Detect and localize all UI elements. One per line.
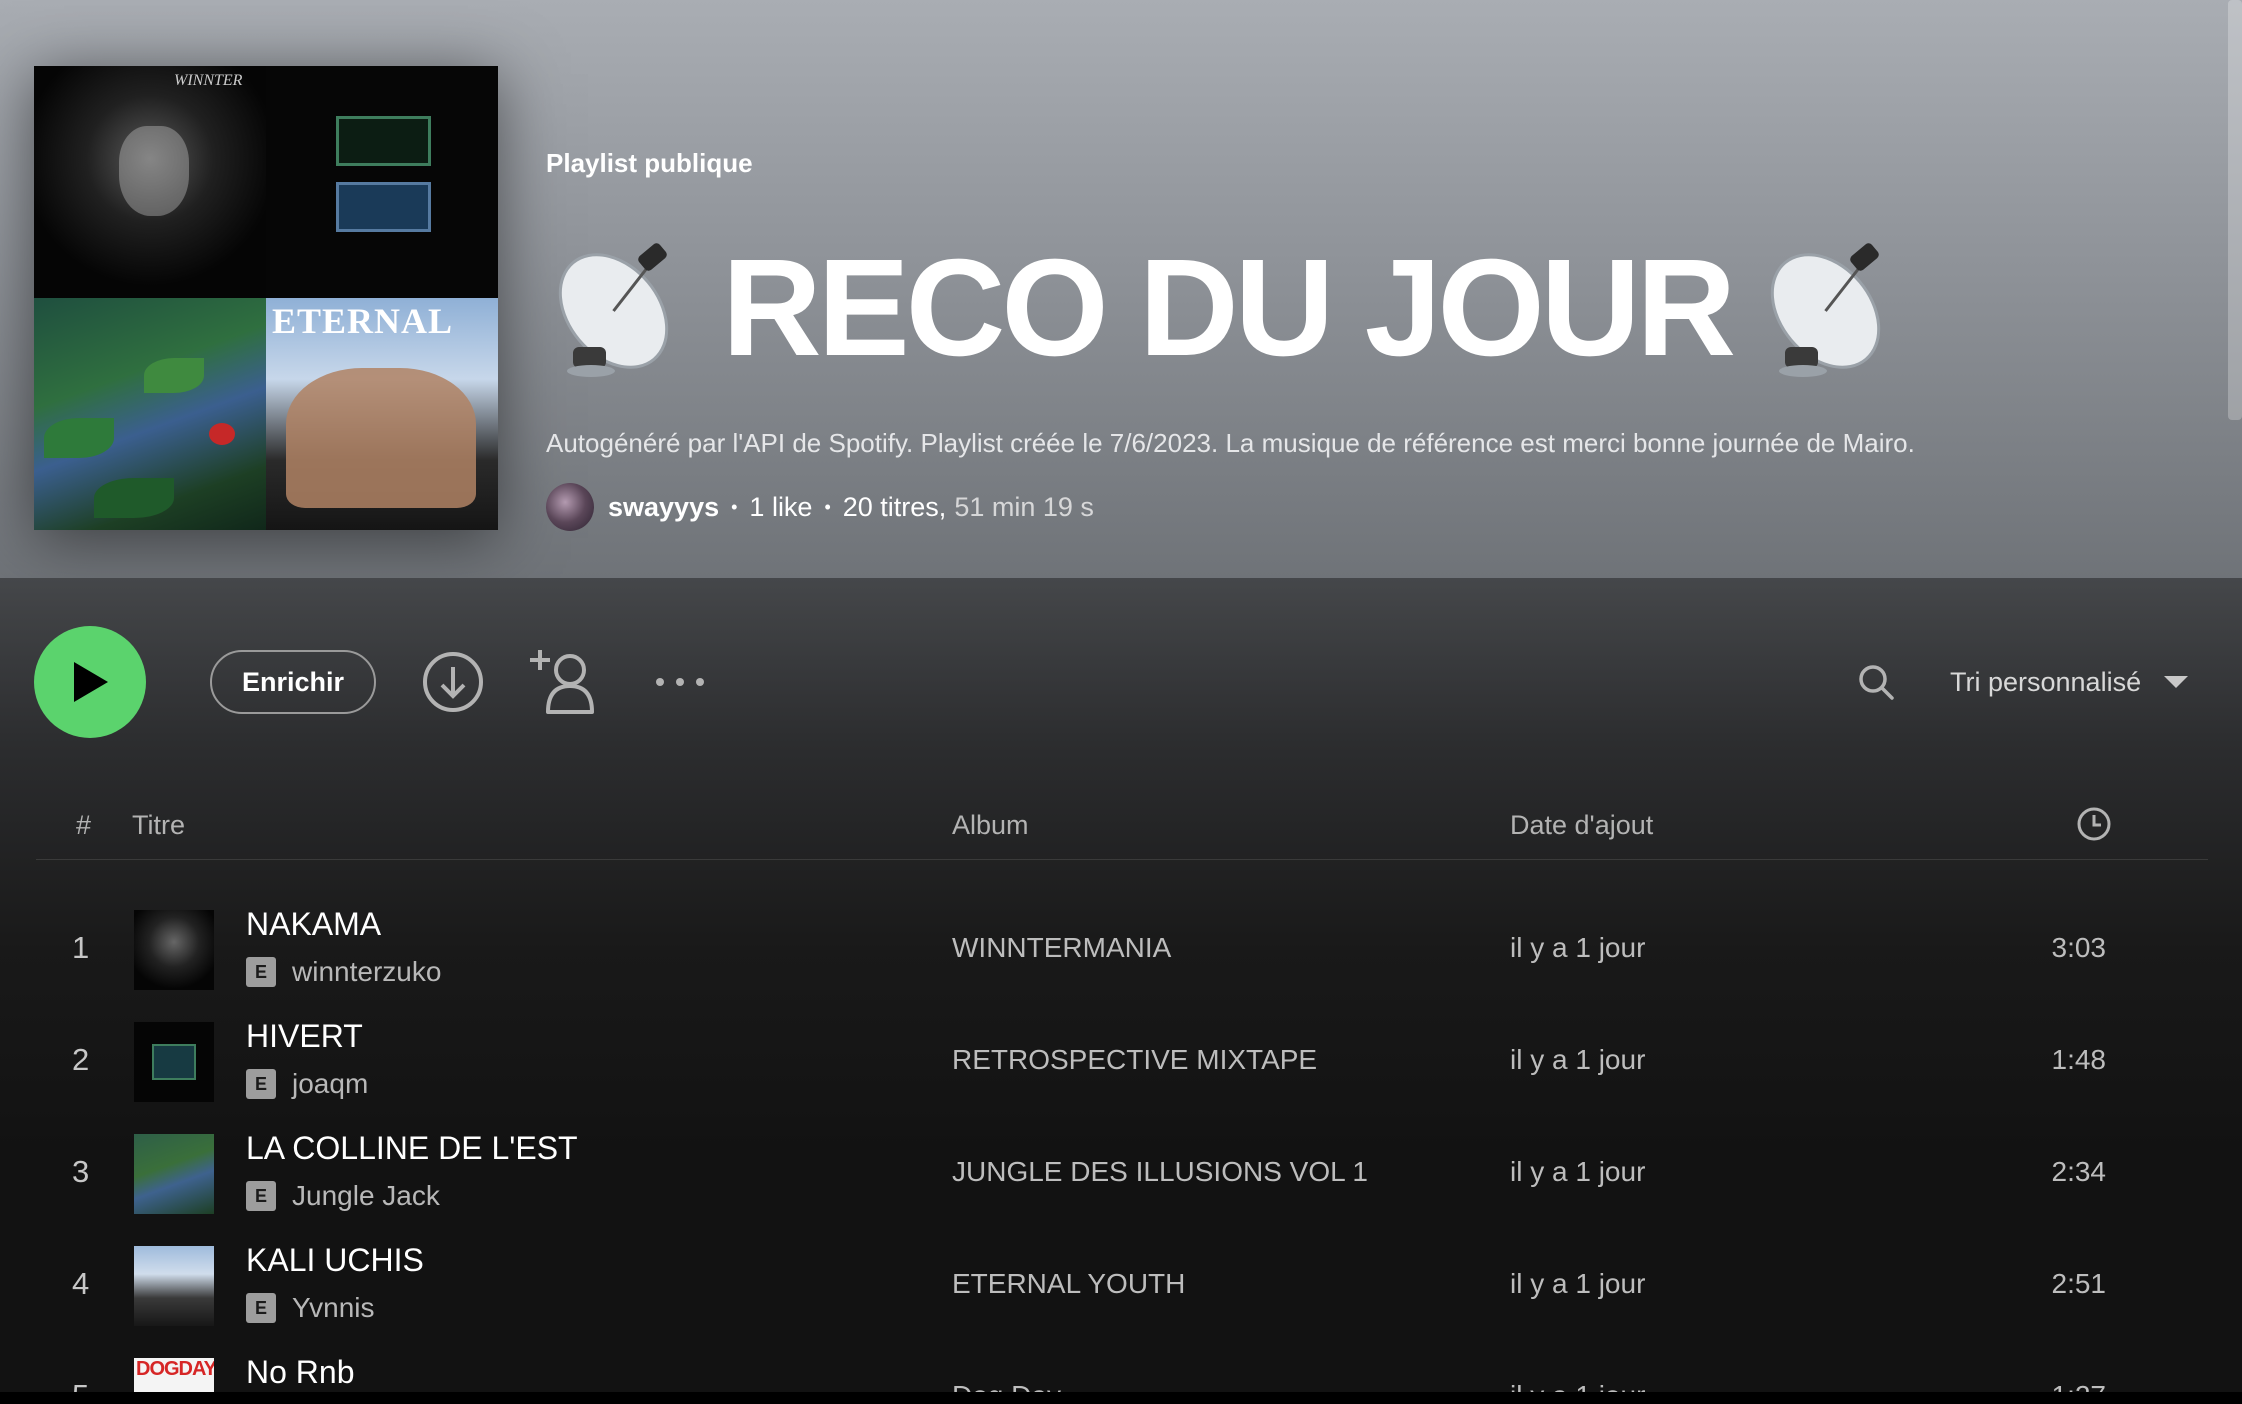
track-artist[interactable]: Jungle Jack [292, 1180, 440, 1212]
playlist-title: RECO DU JOUR [722, 231, 1736, 385]
track-number: 3 [72, 1154, 90, 1189]
cover-tile-text: WINNTER [174, 72, 243, 89]
track-cover-text: DOGDAY [136, 1358, 214, 1380]
play-button[interactable] [34, 626, 146, 738]
caret-down-icon [2164, 676, 2189, 688]
more-options-icon [656, 678, 704, 686]
cassette-shape [336, 116, 431, 166]
track-title[interactable]: HIVERT [246, 1018, 363, 1055]
playlist-type-label: Playlist publique [546, 148, 753, 178]
separator-dot: • [731, 496, 738, 517]
track-duration: 2:51 [2051, 1268, 2107, 1299]
scrollbar-thumb[interactable] [2228, 0, 2242, 420]
cover-figure [119, 126, 189, 216]
bottom-edge [0, 1392, 2242, 1404]
track-artist-row: E Jungle Jack [246, 1180, 440, 1212]
track-artist-row: E winnterzuko [246, 956, 441, 988]
owner-name-link[interactable]: swayyys [608, 492, 719, 523]
satellite-dish-icon [558, 243, 669, 377]
track-album[interactable]: ETERNAL YOUTH [952, 1268, 1185, 1300]
invite-collaborator-button[interactable] [530, 646, 602, 718]
cover-tile-text: ETERNAL [272, 301, 454, 341]
cover-tile-eternal-youth: ETERNAL [266, 298, 498, 530]
track-title[interactable]: LA COLLINE DE L'EST [246, 1130, 578, 1167]
track-number: 1 [72, 930, 90, 965]
download-icon [423, 652, 483, 712]
clock-icon [2077, 807, 2111, 841]
track-cover [134, 1134, 214, 1214]
search-in-playlist-button[interactable] [1854, 660, 1898, 704]
playlist-description: Autogénéré par l'API de Spotify. Playlis… [546, 428, 1915, 458]
track-table-header: # Titre Album Date d'ajout [36, 800, 2208, 860]
column-header-title[interactable]: Titre [132, 810, 185, 841]
sort-label: Tri personnalisé [1950, 666, 2142, 697]
track-album[interactable]: JUNGLE DES ILLUSIONS VOL 1 [952, 1156, 1368, 1188]
likes-count: 1 like [749, 491, 813, 522]
explicit-badge: E [246, 1293, 276, 1323]
track-album[interactable]: RETROSPECTIVE MIXTAPE [952, 1044, 1317, 1076]
download-button[interactable] [422, 651, 484, 713]
track-title[interactable]: NAKAMA [246, 906, 381, 943]
track-number: 4 [72, 1266, 90, 1301]
cover-tile-winntermania: WINNTER [34, 66, 266, 298]
playlist-header: WINNTER ETERNAL Playlist publique RECO D… [0, 0, 2242, 578]
track-cover [134, 1022, 214, 1102]
cassette-shape [152, 1044, 196, 1080]
track-date-added: il y a 1 jour [1510, 932, 1646, 963]
leaf-shape [44, 418, 114, 458]
playlist-title-row: RECO DU JOUR [546, 228, 1908, 388]
track-artist[interactable]: Yvnnis [292, 1292, 375, 1324]
track-duration: 1:48 [2051, 1044, 2107, 1075]
track-album[interactable]: WINNTERMANIA [952, 932, 1171, 964]
track-row[interactable]: 2 HIVERT E joaqm RETROSPECTIVE MIXTAPE i… [36, 1006, 2208, 1118]
playlist-meta: swayyys • 1 like • 20 titres, 51 min 19 … [546, 482, 1094, 532]
cover-tile-retrospective [266, 66, 498, 298]
explicit-badge: E [246, 957, 276, 987]
leaf-shape [144, 358, 204, 393]
track-row[interactable]: 4 KALI UCHIS E Yvnnis ETERNAL YOUTH il y… [36, 1230, 2208, 1342]
track-title[interactable]: KALI UCHIS [246, 1242, 424, 1279]
track-date-added: il y a 1 jour [1510, 1044, 1646, 1075]
more-options-button[interactable] [648, 660, 712, 704]
track-artist-row: E joaqm [246, 1068, 368, 1100]
track-title[interactable]: No Rnb [246, 1354, 355, 1391]
spotify-playlist-page: WINNTER ETERNAL Playlist publique RECO D… [0, 0, 2242, 1404]
track-cover [134, 1246, 214, 1326]
cover-figure [286, 368, 476, 508]
track-number: 2 [72, 1042, 90, 1077]
explicit-badge: E [246, 1069, 276, 1099]
track-duration: 2:34 [2051, 1156, 2107, 1187]
column-header-date-added[interactable]: Date d'ajout [1510, 810, 1653, 841]
track-duration: 3:03 [2051, 932, 2107, 963]
track-count: 20 titres, [842, 491, 947, 522]
sort-dropdown[interactable]: Tri personnalisé [1950, 660, 2189, 704]
column-header-number: # [76, 810, 92, 840]
column-header-album[interactable]: Album [952, 810, 1029, 841]
track-row[interactable]: 3 LA COLLINE DE L'EST E Jungle Jack JUNG… [36, 1118, 2208, 1230]
satellite-dish-icon [1770, 243, 1881, 377]
total-duration: 51 min 19 s [954, 491, 1094, 522]
search-icon [1859, 665, 1894, 700]
cover-tile-jungle [34, 298, 266, 530]
add-user-icon [530, 650, 594, 714]
track-date-added: il y a 1 jour [1510, 1156, 1646, 1187]
track-cover [134, 910, 214, 990]
explicit-badge: E [246, 1181, 276, 1211]
play-icon [74, 662, 108, 702]
track-artist[interactable]: joaqm [292, 1068, 368, 1100]
column-header-duration[interactable] [2076, 806, 2112, 849]
cassette-shape [336, 182, 431, 232]
playlist-cover[interactable]: WINNTER ETERNAL [34, 66, 498, 530]
track-artist[interactable]: winnterzuko [292, 956, 441, 988]
separator-dot: • [824, 496, 831, 517]
track-date-added: il y a 1 jour [1510, 1268, 1646, 1299]
owner-avatar[interactable] [546, 483, 594, 531]
track-artist-row: E Yvnnis [246, 1292, 375, 1324]
enrich-button[interactable]: Enrichir [210, 650, 376, 714]
leaf-shape [94, 478, 174, 518]
flower-shape [209, 423, 235, 445]
track-row[interactable]: 1 NAKAMA E winnterzuko WINNTERMANIA il y… [36, 894, 2208, 1006]
